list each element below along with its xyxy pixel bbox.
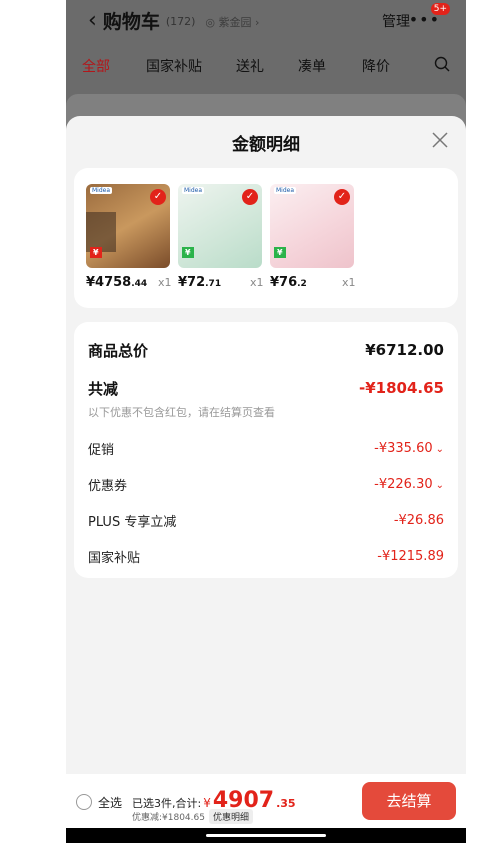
discount-amount: 优惠减:¥1804.65 (132, 813, 205, 823)
chevron-down-icon: ⌄ (435, 479, 444, 491)
price-tag: ¥ (90, 247, 102, 258)
coupon-label: 优惠券 (88, 478, 128, 494)
check-icon: ✓ (334, 189, 350, 205)
select-all-label[interactable]: 全选 (98, 794, 122, 811)
national-subsidy-label: 国家补贴 (88, 550, 141, 566)
check-icon: ✓ (242, 189, 258, 205)
checkout-bar: 全选 已选3件,合计: ¥ 4907 .35 优惠减:¥1804.65 优惠明细… (66, 774, 466, 828)
chevron-left-icon[interactable]: ‹ (88, 8, 97, 33)
brand-logo: Midea (90, 187, 113, 194)
total-price-row: 商品总价 ¥6712.00 (88, 338, 444, 362)
plus-discount-row: PLUS 专享立减 -¥26.86 (88, 508, 444, 532)
search-icon[interactable] (434, 56, 450, 76)
product-price: ¥4758.44 (86, 275, 148, 290)
currency-symbol: ¥ (203, 796, 211, 810)
product-image-air-conditioner[interactable]: Midea ¥ ✓ (86, 184, 170, 268)
chevron-down-icon: ⌄ (435, 443, 444, 455)
total-amount-decimal: .35 (276, 797, 296, 810)
total-price-label: 商品总价 (88, 341, 149, 360)
check-icon: ✓ (150, 189, 166, 205)
brand-logo: Midea (182, 187, 205, 194)
product-price: ¥72.71 (178, 275, 222, 290)
product-image-cooker[interactable]: Midea ¥ ✓ (178, 184, 262, 268)
tab-price-drop[interactable]: 降价 (362, 56, 390, 76)
tab-gift[interactable]: 送礼 (236, 56, 264, 76)
promotion-label: 促销 (88, 442, 115, 458)
national-subsidy-row: 国家补贴 -¥1215.89 (88, 544, 444, 568)
plus-discount-label: PLUS 专享立减 (88, 514, 177, 530)
phone-screen: ‹ 购物车 (172) ◎ 紫金园 › 管理 ••• 5+ 全部 国家补贴 送礼… (66, 0, 466, 843)
total-reduce-value: -¥1804.65 (359, 379, 444, 397)
checkout-button[interactable]: 去结算 (362, 782, 456, 820)
product-qty: x1 (342, 276, 356, 289)
product-qty: x1 (250, 276, 264, 289)
discount-line: 优惠减:¥1804.65 优惠明细 (132, 809, 253, 824)
product-list-card: Midea ¥ ✓ Midea ¥ ✓ Midea ¥ ✓ ¥4758.44 x… (74, 168, 458, 308)
product-price: ¥76.2 (270, 275, 307, 290)
select-all-radio[interactable] (76, 794, 92, 810)
price-summary-card: 商品总价 ¥6712.00 共减 -¥1804.65 以下优惠不包含红包，请在结… (74, 322, 458, 578)
total-reduce-row: 共减 -¥1804.65 (88, 376, 444, 400)
price-tag: ¥ (182, 247, 194, 258)
plus-discount-value: -¥26.86 (393, 512, 444, 528)
tab-all[interactable]: 全部 (82, 56, 110, 76)
discount-detail-button[interactable]: 优惠明细 (208, 809, 253, 824)
total-reduce-label: 共减 (88, 379, 119, 398)
national-subsidy-value: -¥1215.89 (377, 548, 444, 564)
cart-count: (172) (165, 15, 196, 28)
page-title: 购物车 (102, 10, 160, 33)
product-shape (86, 212, 116, 252)
cart-tabs: 全部 国家补贴 送礼 凑单 降价 (66, 52, 466, 78)
tab-national-subsidy[interactable]: 国家补贴 (146, 56, 202, 76)
promotion-row[interactable]: 促销 -¥335.60 ⌄ (88, 436, 444, 460)
coupon-value: -¥226.30 ⌄ (374, 476, 444, 492)
message-badge: 5+ (430, 3, 450, 15)
close-icon[interactable] (430, 130, 450, 154)
manage-button[interactable]: 管理 (382, 11, 410, 31)
product-qty: x1 (158, 276, 172, 289)
location-selector[interactable]: ◎ 紫金园 › (205, 14, 259, 30)
total-price-value: ¥6712.00 (365, 341, 444, 359)
sheet-title: 金额明细 (232, 135, 300, 155)
home-indicator[interactable] (206, 834, 326, 837)
brand-logo: Midea (274, 187, 297, 194)
promotion-value: -¥335.60 ⌄ (374, 440, 444, 456)
coupon-row[interactable]: 优惠券 -¥226.30 ⌄ (88, 472, 444, 496)
amount-detail-sheet: 金额明细 Midea ¥ ✓ Midea ¥ ✓ Midea ¥ ✓ ¥4758… (66, 116, 466, 843)
discount-hint: 以下优惠不包含红包，请在结算页查看 (88, 406, 275, 419)
home-indicator-area (66, 828, 466, 843)
product-image-blender[interactable]: Midea ¥ ✓ (270, 184, 354, 268)
price-tag: ¥ (274, 247, 286, 258)
tab-add-on[interactable]: 凑单 (298, 56, 326, 76)
